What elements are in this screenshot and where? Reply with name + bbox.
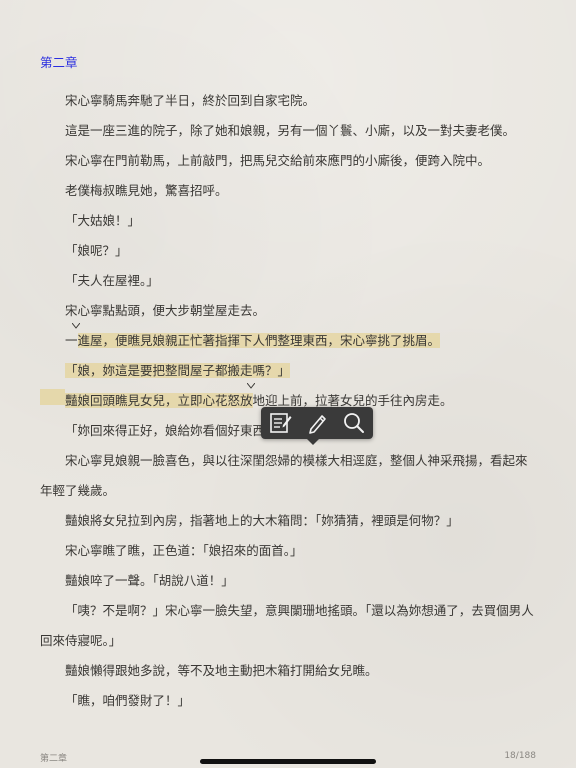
selection-end-handle[interactable] (247, 383, 255, 389)
home-indicator[interactable] (200, 759, 376, 764)
paragraph: 這是一座三進的院子，除了她和娘親，另有一個丫鬟、小廝，以及一對夫妻老僕。 (65, 123, 516, 138)
paragraph: 宋心寧見娘親一臉喜色，與以往深閨怨婦的模樣大相逕庭，整個人神采飛揚，看起來年輕了… (40, 453, 528, 498)
paragraph: 「娘呢？」 (65, 243, 128, 258)
paragraph: 豔娘將女兒拉到內房，指著地上的大木箱問：「妳猜猜，裡頭是何物？」 (65, 513, 459, 528)
paragraph: 「大姑娘！」 (65, 213, 141, 228)
paragraph: 宋心寧點點頭，便大步朝堂屋走去。 (65, 303, 266, 318)
selection-toolbar (261, 407, 373, 439)
paragraph: 豔娘啐了一聲。「胡說八道！」 (65, 573, 234, 588)
add-note-button[interactable] (265, 409, 295, 437)
reading-content[interactable]: 宋心寧騎馬奔馳了半日，終於回到自家宅院。 這是一座三進的院子，除了她和娘親，另有… (40, 86, 536, 716)
highlight-button[interactable] (302, 409, 332, 437)
pen-icon (309, 415, 326, 434)
paragraph: 「瞧，咱們發財了！」 (65, 693, 191, 708)
paragraph: 宋心寧瞧了瞧，正色道：「娘招來的面首。」 (65, 543, 303, 558)
paragraph-selected[interactable]: 「娘，妳這是要把整間屋子都搬走嗎？」 (40, 356, 536, 386)
search-icon (344, 413, 365, 433)
paragraph: 宋心寧在門前勒馬，上前敲門，把馬兒交給前來應門的小廝後，便跨入院中。 (65, 153, 491, 168)
selection-highlight[interactable]: 進屋，便瞧見娘親正忙著指揮下人們整理東西，宋心寧挑了挑眉。 (77, 333, 441, 348)
paragraph-selected[interactable]: 一進屋，便瞧見娘親正忙著指揮下人們整理東西，宋心寧挑了挑眉。 (40, 326, 536, 356)
footer-chapter-title: 第二章 (40, 754, 68, 764)
search-button[interactable] (339, 409, 369, 437)
note-icon (269, 413, 292, 433)
chapter-title: 第二章 (40, 55, 78, 70)
selection-highlight-indent (40, 389, 65, 405)
selection-text-plain: 一 (65, 333, 78, 348)
paragraph: 豔娘懶得跟她多說，等不及地主動把木箱打開給女兒瞧。 (65, 663, 378, 678)
paragraph: 「咦？不是啊？」宋心寧一臉失望，意興闌珊地搖頭。「還以為妳想通了，去買個男人回來… (40, 603, 534, 648)
toolbar-pointer (307, 439, 319, 445)
paragraph: 宋心寧騎馬奔馳了半日，終於回到自家宅院。 (65, 93, 316, 108)
selection-text-plain: 地迎上前，拉著女兒的手往內房走。 (252, 393, 453, 408)
selection-highlight[interactable]: 「娘，妳這是要把整間屋子都搬走嗎？」 (65, 363, 291, 378)
page-number: 18/188 (504, 751, 536, 761)
paragraph: 「夫人在屋裡。」 (65, 273, 159, 288)
paragraph: 老僕梅叔瞧見她，驚喜招呼。 (65, 183, 228, 198)
selection-highlight[interactable]: 豔娘回頭瞧見女兒，立即心花怒放 (65, 393, 253, 408)
selection-start-handle[interactable] (72, 323, 80, 329)
